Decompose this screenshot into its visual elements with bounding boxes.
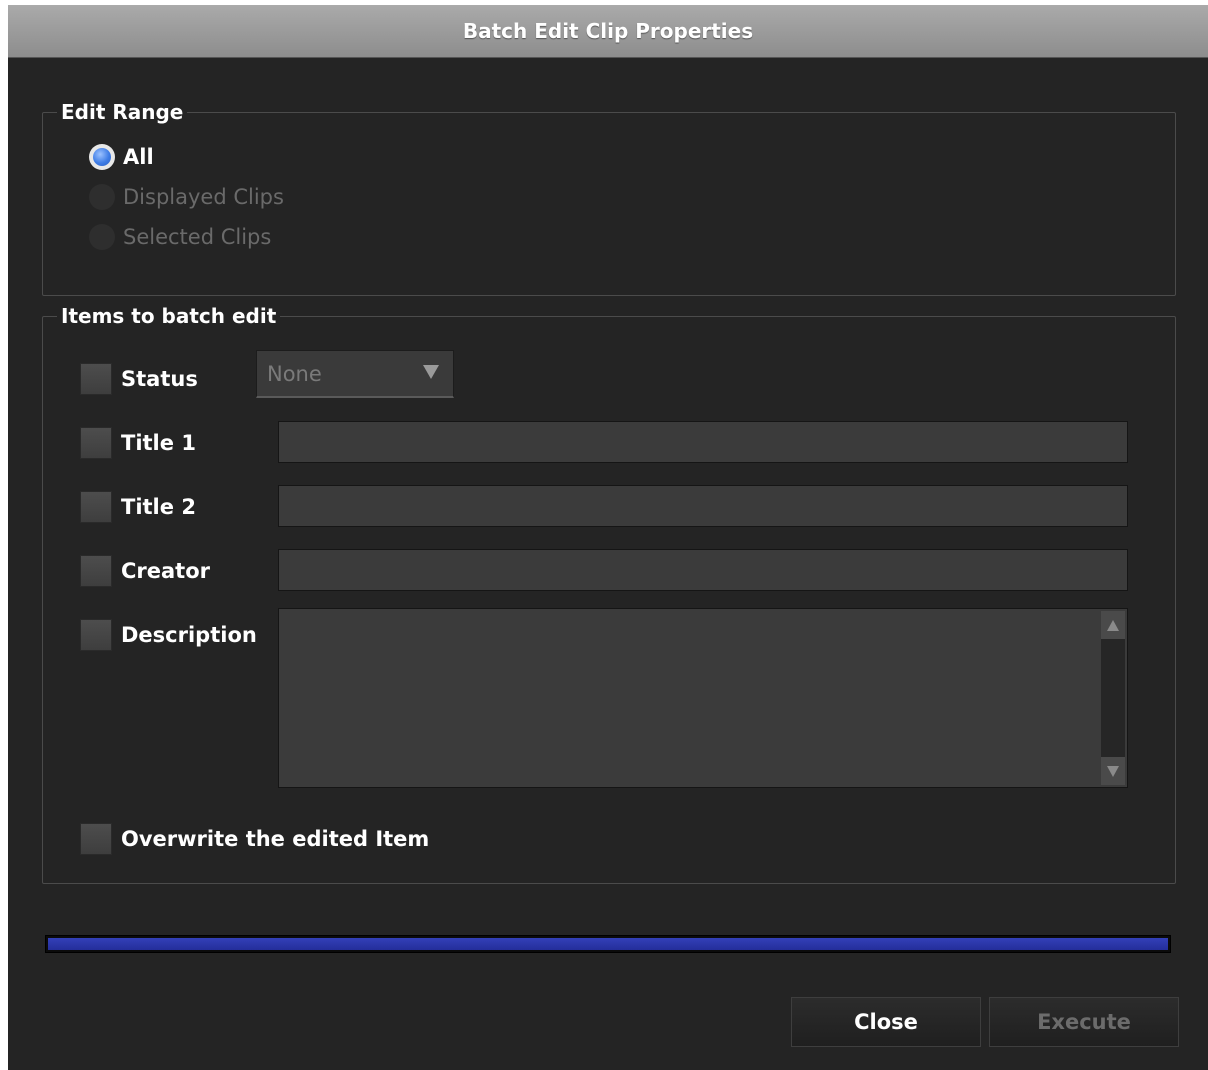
status-label: Status xyxy=(121,367,198,391)
edit-range-legend: Edit Range xyxy=(57,100,188,124)
description-textarea[interactable] xyxy=(278,608,1128,788)
radio-all-button[interactable] xyxy=(89,144,115,170)
radio-displayed-clips: Displayed Clips xyxy=(89,182,284,212)
title2-row: Title 2 xyxy=(80,490,196,524)
scroll-track[interactable] xyxy=(1101,639,1125,757)
overwrite-row: Overwrite the edited Item xyxy=(80,822,429,856)
arrow-down-icon xyxy=(1107,765,1119,777)
arrow-up-icon xyxy=(1107,619,1119,631)
progress-fill xyxy=(48,938,1168,950)
radio-displayed-clips-button xyxy=(89,184,115,210)
execute-button: Execute xyxy=(989,997,1179,1047)
status-row: Status xyxy=(80,362,198,396)
items-legend: Items to batch edit xyxy=(57,304,281,328)
description-label: Description xyxy=(121,623,257,647)
creator-row: Creator xyxy=(80,554,210,588)
title2-label: Title 2 xyxy=(121,495,196,519)
scroll-up-button[interactable] xyxy=(1101,611,1125,639)
close-button[interactable]: Close xyxy=(791,997,981,1047)
creator-checkbox[interactable] xyxy=(80,555,112,587)
overwrite-label: Overwrite the edited Item xyxy=(121,827,430,851)
description-row: Description xyxy=(80,618,257,652)
creator-field[interactable] xyxy=(278,549,1128,591)
radio-selected-clips-label: Selected Clips xyxy=(123,225,272,249)
title1-row: Title 1 xyxy=(80,426,196,460)
radio-selected-clips: Selected Clips xyxy=(89,222,271,252)
title2-field[interactable] xyxy=(278,485,1128,527)
edit-range-group: Edit Range All Displayed Clips Selected … xyxy=(42,100,1176,296)
description-scrollbar[interactable] xyxy=(1101,611,1125,785)
status-checkbox[interactable] xyxy=(80,363,112,395)
batch-edit-dialog: Batch Edit Clip Properties Edit Range Al… xyxy=(8,5,1208,1070)
description-checkbox[interactable] xyxy=(80,619,112,651)
title1-label: Title 1 xyxy=(121,431,196,455)
title-bar[interactable]: Batch Edit Clip Properties xyxy=(8,5,1208,58)
title1-field[interactable] xyxy=(278,421,1128,463)
status-dropdown[interactable]: None xyxy=(256,350,454,398)
items-group: Items to batch edit xyxy=(42,304,1176,884)
radio-all-label: All xyxy=(123,145,154,169)
chevron-down-icon xyxy=(423,365,439,379)
progress-bar xyxy=(45,935,1171,953)
creator-label: Creator xyxy=(121,559,211,583)
window-title: Batch Edit Clip Properties xyxy=(462,19,754,43)
title1-checkbox[interactable] xyxy=(80,427,112,459)
radio-selected-clips-button xyxy=(89,224,115,250)
radio-displayed-clips-label: Displayed Clips xyxy=(123,185,284,209)
status-dropdown-value: None xyxy=(267,362,322,386)
scroll-down-button[interactable] xyxy=(1101,757,1125,785)
radio-all[interactable]: All xyxy=(89,142,154,172)
overwrite-checkbox[interactable] xyxy=(80,823,112,855)
title2-checkbox[interactable] xyxy=(80,491,112,523)
